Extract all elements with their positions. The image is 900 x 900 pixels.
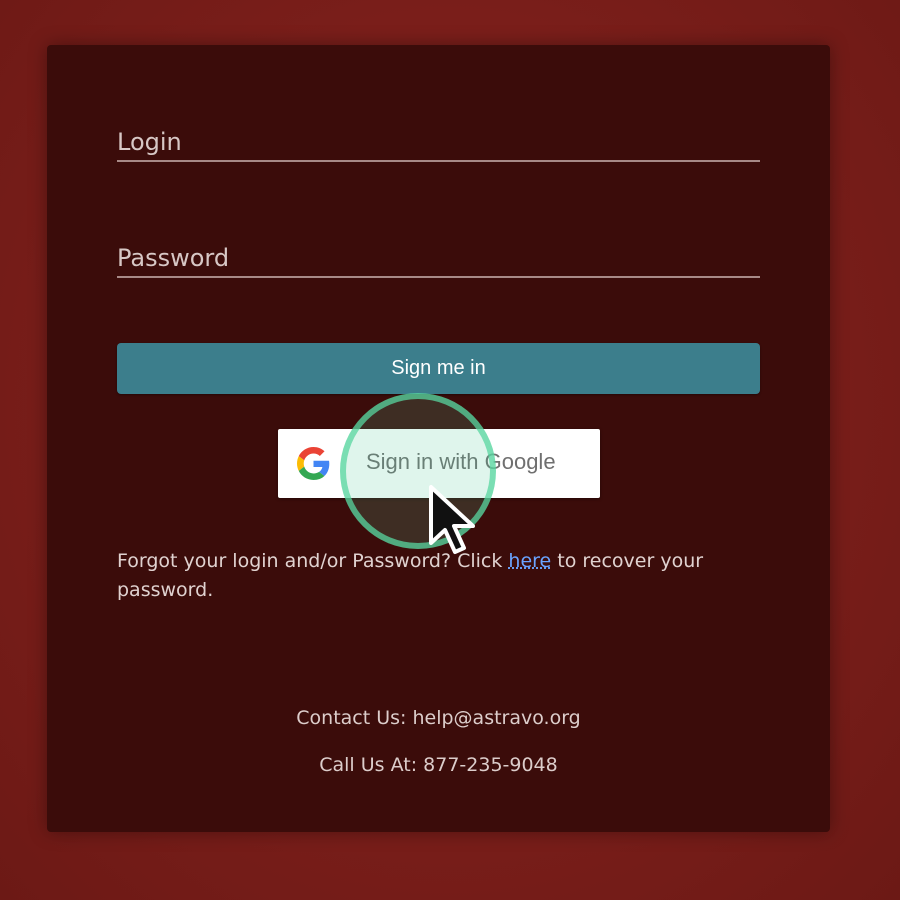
password-input[interactable] [117, 244, 760, 272]
google-sign-in-label: Sign in with Google [366, 449, 556, 474]
contact-email: Contact Us: help@astravo.org [296, 707, 581, 729]
sign-in-button[interactable]: Sign me in [117, 343, 760, 394]
contact-phone: Call Us At: 877-235-9048 [319, 754, 558, 776]
forgot-password-text: Forgot your login and/or Password? Click… [117, 550, 704, 601]
login-field-container [117, 116, 760, 162]
login-input[interactable] [117, 128, 760, 156]
password-field-container [117, 232, 760, 278]
google-g-icon [297, 447, 330, 480]
recover-password-link[interactable]: here [508, 550, 551, 572]
google-sign-in-button[interactable]: Sign in with Google [278, 429, 600, 498]
